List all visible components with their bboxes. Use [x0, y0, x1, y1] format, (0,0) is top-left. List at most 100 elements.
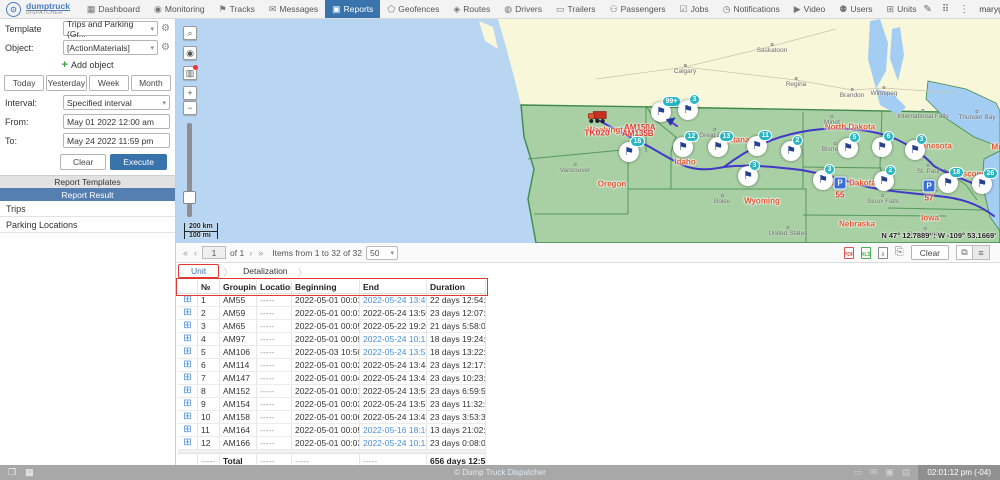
- column-header-end[interactable]: End: [360, 280, 427, 293]
- unit-cluster-marker[interactable]: ⚑18: [938, 173, 958, 193]
- map-search-button[interactable]: ⌕: [183, 26, 197, 40]
- map-canvas[interactable]: WashingtonOregonIdahoMontanaWyomingNorth…: [176, 19, 1000, 243]
- from-date-input[interactable]: May 01 2022 12:00 am: [63, 114, 170, 129]
- grid-icon[interactable]: ▦: [25, 467, 34, 478]
- range-button-yesterday[interactable]: Yesterday: [46, 75, 86, 91]
- unit-cluster-marker[interactable]: ⚑2: [874, 171, 894, 191]
- column-header--[interactable]: №: [198, 280, 220, 293]
- nav-item-jobs[interactable]: ☑Jobs: [673, 0, 716, 18]
- image-icon[interactable]: ▣: [885, 467, 894, 478]
- expand-row-icon[interactable]: ⊞: [183, 438, 191, 448]
- parking-marker-55[interactable]: P55: [834, 177, 847, 200]
- expand-row-icon[interactable]: ⊞: [183, 425, 191, 435]
- clear-report-button[interactable]: Clear: [911, 245, 949, 260]
- report-result-section[interactable]: Report Result: [0, 188, 175, 201]
- nav-item-reports[interactable]: ▣Reports: [325, 0, 380, 18]
- table-row[interactable]: ⊞10AM158-----2022-05-01 00:06:292022-05-…: [178, 411, 486, 424]
- page-size-select[interactable]: 50▾: [366, 246, 398, 260]
- nav-item-dashboard[interactable]: ▦Dashboard: [80, 0, 147, 18]
- unit-cluster-marker[interactable]: ⚑3: [813, 170, 833, 190]
- page-number-input[interactable]: 1: [202, 246, 226, 259]
- draw-icon[interactable]: ✎: [923, 4, 931, 15]
- nav-item-trailers[interactable]: ▭Trailers: [549, 0, 603, 18]
- expand-row-icon[interactable]: ⊞: [183, 360, 191, 370]
- map-ruler-button[interactable]: ▥: [183, 66, 197, 80]
- table-row[interactable]: ⊞2AM59-----2022-05-01 00:01:552022-05-24…: [178, 307, 486, 320]
- to-date-input[interactable]: May 24 2022 11:59 pm: [63, 133, 170, 148]
- last-page-button[interactable]: »: [257, 248, 264, 258]
- more-icon[interactable]: ⋮: [959, 4, 969, 15]
- nav-item-drivers[interactable]: ◍Drivers: [497, 0, 549, 18]
- unit-cluster-marker[interactable]: ⚑26: [972, 174, 992, 194]
- nav-item-video[interactable]: ▶Video: [787, 0, 833, 18]
- table-row[interactable]: ⊞8AM152-----2022-05-01 00:01:482022-05-2…: [178, 385, 486, 398]
- expand-row-icon[interactable]: ⊞: [183, 334, 191, 344]
- card-icon[interactable]: ▭: [853, 467, 862, 478]
- table-row[interactable]: ⊞4AM97-----2022-05-01 00:09:512022-05-24…: [178, 333, 486, 346]
- first-page-button[interactable]: «: [182, 248, 189, 258]
- expand-row-icon[interactable]: ⊞: [183, 373, 191, 383]
- expand-row-icon[interactable]: ⊞: [183, 399, 191, 409]
- unit-cluster-marker[interactable]: ⚑6: [872, 137, 892, 157]
- export-pdf-icon[interactable]: PDF: [844, 247, 854, 259]
- tab-detalization[interactable]: Detalization: [237, 265, 293, 277]
- export-excel-icon[interactable]: XLS: [861, 247, 871, 259]
- print-icon[interactable]: ⎘: [895, 246, 904, 259]
- nav-item-monitoring[interactable]: ◉Monitoring: [147, 0, 212, 18]
- next-page-button[interactable]: ›: [248, 248, 253, 258]
- table-row[interactable]: ⊞6AM114-----2022-05-01 00:02:212022-05-2…: [178, 359, 486, 372]
- nav-item-passengers[interactable]: ⚇Passengers: [603, 0, 673, 18]
- table-row[interactable]: ⊞9AM154-----2022-05-01 00:03:282022-05-2…: [178, 398, 486, 411]
- column-header-location[interactable]: Location: [257, 280, 292, 293]
- range-button-week[interactable]: Week: [89, 75, 129, 91]
- unit-cluster-marker[interactable]: ⚑3: [905, 140, 925, 160]
- nav-item-users[interactable]: ⚉Users: [832, 0, 879, 18]
- table-row[interactable]: ⊞12AM166-----2022-05-01 00:03:502022-05-…: [178, 437, 486, 450]
- expand-row-icon[interactable]: ⊞: [183, 347, 191, 357]
- unit-cluster-marker[interactable]: ⚑2: [781, 141, 801, 161]
- nav-item-messages[interactable]: ✉Messages: [262, 0, 325, 18]
- table-row[interactable]: ⊞3AM65-----2022-05-01 00:05:052022-05-22…: [178, 320, 486, 333]
- table-row[interactable]: ⊞7AM147-----2022-05-01 00:04:072022-05-2…: [178, 372, 486, 385]
- range-button-today[interactable]: Today: [4, 75, 44, 91]
- interval-select[interactable]: Specified interval▾: [63, 95, 170, 110]
- expand-row-icon[interactable]: ⊞: [183, 308, 191, 318]
- unit-cluster-marker[interactable]: ⚑13: [708, 137, 728, 157]
- export-file-icon[interactable]: ⇩: [878, 247, 888, 259]
- column-header-expand[interactable]: [178, 280, 198, 293]
- map-visibility-button[interactable]: ◉: [183, 46, 197, 60]
- nav-item-notifications[interactable]: ◷Notifications: [716, 0, 787, 18]
- result-item-parking-locations[interactable]: Parking Locations: [0, 217, 175, 233]
- prev-page-button[interactable]: ‹: [193, 248, 198, 258]
- unit-cluster-marker[interactable]: ⚑3: [678, 100, 698, 120]
- expand-row-icon[interactable]: ⊞: [183, 295, 191, 305]
- nav-item-geofences[interactable]: ⬠Geofences: [380, 0, 446, 18]
- object-settings-wrench-icon[interactable]: ⚙: [161, 42, 170, 53]
- nav-item-units[interactable]: ⊞Units: [880, 0, 924, 18]
- clear-button[interactable]: Clear: [60, 154, 106, 170]
- table-row[interactable]: ⊞11AM164-----2022-05-01 00:05:322022-05-…: [178, 424, 486, 437]
- column-header-grouping[interactable]: Grouping: [220, 280, 257, 293]
- range-button-month[interactable]: Month: [131, 75, 171, 91]
- nav-item-routes[interactable]: ◈Routes: [446, 0, 497, 18]
- unit-cluster-marker[interactable]: ⚑12: [673, 137, 693, 157]
- expand-row-icon[interactable]: ⊞: [183, 321, 191, 331]
- parking-marker-57[interactable]: P57: [923, 180, 936, 203]
- expand-row-icon[interactable]: ⊞: [183, 386, 191, 396]
- window-icon[interactable]: ❐: [8, 467, 16, 478]
- object-select[interactable]: [ActionMaterials]▾: [63, 40, 158, 55]
- add-object-button[interactable]: + Add object: [0, 57, 175, 73]
- zoom-slider-handle[interactable]: [183, 191, 196, 204]
- result-item-trips[interactable]: Trips: [0, 201, 175, 217]
- table-row[interactable]: ⊞5AM106-----2022-05-03 10:50:112022-05-2…: [178, 346, 486, 359]
- tab-unit[interactable]: Unit: [178, 264, 219, 278]
- apps-grid-icon[interactable]: ⠿: [942, 4, 949, 15]
- list-view-toggle[interactable]: ≡: [973, 245, 990, 260]
- template-select[interactable]: Trips and Parking (Gr...▾: [63, 21, 158, 36]
- unit-cluster-marker[interactable]: ⚑5: [838, 138, 858, 158]
- zoom-in-button[interactable]: +: [183, 86, 197, 100]
- column-header-duration[interactable]: Duration: [427, 280, 486, 293]
- nav-item-tracks[interactable]: ⚑Tracks: [212, 0, 262, 18]
- unit-cluster-marker[interactable]: ⚑3: [738, 166, 758, 186]
- truck-marker[interactable]: TK020: [584, 111, 610, 138]
